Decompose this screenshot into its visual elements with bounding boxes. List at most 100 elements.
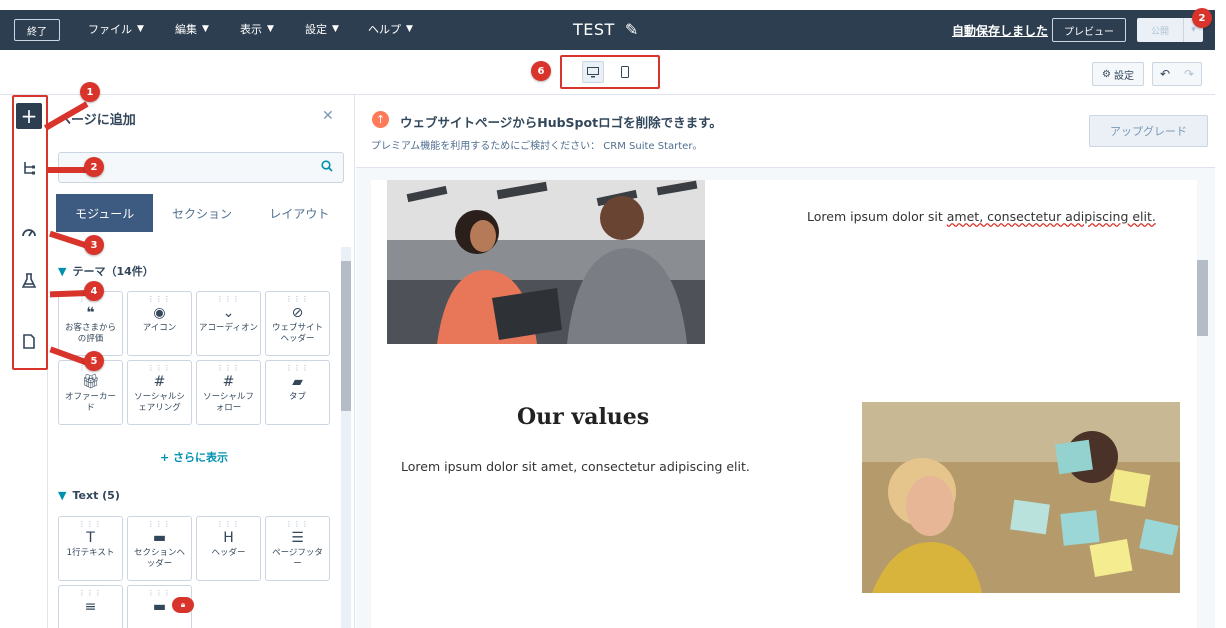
text-icon: T [86, 530, 95, 546]
preview-button[interactable]: プレビュー [1052, 18, 1126, 42]
pencil-icon[interactable]: ✎ [625, 20, 639, 39]
menu-settings-label: 設定 [305, 23, 327, 36]
compass-icon: ⊘ [291, 305, 304, 321]
menu-view-label: 表示 [240, 23, 262, 36]
banner-subtitle: プレミアム機能を利用するためにご検討ください： CRM Suite Starte… [371, 141, 703, 152]
panel-scroll-thumb[interactable] [341, 261, 351, 411]
drag-handle-icon[interactable]: ⋮⋮⋮ [217, 520, 241, 528]
text-icon: ≡ [84, 599, 97, 615]
drag-handle-icon[interactable]: ⋮⋮⋮ [148, 589, 172, 597]
mobile-icon[interactable] [614, 61, 636, 83]
drag-handle-icon[interactable]: ⋮⋮⋮ [148, 520, 172, 528]
module-label: アイコン [142, 323, 177, 333]
drag-handle-icon[interactable]: ⋮⋮⋮ [217, 295, 241, 303]
drag-handle-icon[interactable]: ⋮⋮⋮ [79, 520, 103, 528]
menu-settings[interactable]: 設定 ▼ [305, 21, 339, 37]
module-card[interactable]: ⋮⋮⋮ ⊘ ウェブサイトヘッダー [265, 291, 330, 356]
menu-file[interactable]: ファイル ▼ [88, 21, 144, 37]
tab-layouts[interactable]: レイアウト [251, 194, 348, 232]
drag-handle-icon[interactable]: ⋮⋮⋮ [148, 295, 172, 303]
menu-edit-label: 編集 [175, 23, 197, 36]
module-label: ヘッダー [211, 548, 246, 558]
drag-handle-icon[interactable]: ⋮⋮⋮ [286, 295, 310, 303]
module-label: ソーシャルフォロー [203, 392, 254, 413]
module-label: セクションヘッダー [133, 548, 185, 569]
module-label: タブ [288, 392, 306, 402]
tab-sections[interactable]: セクション [153, 194, 250, 232]
chevron-down-icon: ▼ [406, 24, 413, 34]
banner-title: ウェブサイトページからHubSpotロゴを削除できます。 [400, 115, 722, 130]
lock-icon: 🔒︎ [172, 597, 194, 613]
drag-handle-icon[interactable]: ⋮⋮⋮ [79, 589, 103, 597]
canvas-scrollbar[interactable] [1197, 180, 1208, 628]
module-card[interactable]: ⋮⋮⋮ T 1行テキスト [58, 516, 123, 581]
module-card[interactable]: ⋮⋮⋮ ▬ セクションヘッダー [127, 516, 192, 581]
folder-icon: ▰ [292, 374, 303, 390]
module-card[interactable]: ⋮⋮⋮ H ヘッダー [196, 516, 261, 581]
desktop-icon[interactable] [582, 61, 604, 83]
redo-icon[interactable]: ↷ [1184, 67, 1194, 81]
top-bar: 終了 ファイル ▼ 編集 ▼ 表示 ▼ 設定 ▼ ヘルプ ▼ TEST ✎ 自動保存しました… [0, 10, 1215, 50]
module-card[interactable]: ⋮⋮⋮ ≡ [58, 585, 123, 628]
optimize-gauge-icon[interactable] [16, 218, 42, 244]
drag-handle-icon[interactable]: ⋮⋮⋮ [286, 520, 310, 528]
exit-button[interactable]: 終了 [14, 19, 60, 41]
structure-icon[interactable] [16, 155, 42, 181]
intro-text-spellcheck: amet, consectetur adipiscing elit. [946, 209, 1156, 224]
tab-modules[interactable]: モジュール [56, 194, 154, 232]
page-title[interactable]: TEST ✎ [573, 20, 639, 39]
drag-handle-icon[interactable]: ⋮⋮⋮ [217, 364, 241, 372]
autosave-status[interactable]: 自動保存しました [952, 22, 1048, 39]
callout-arrow-2 [48, 167, 88, 173]
search-icon[interactable] [321, 160, 333, 175]
canvas-scroll-thumb[interactable] [1197, 260, 1208, 336]
module-label: オファーカード [64, 392, 116, 413]
theme-section-title: テーマ（14件） [72, 265, 154, 278]
menu-view[interactable]: 表示 ▼ [240, 21, 274, 37]
menu-edit[interactable]: 編集 ▼ [175, 21, 209, 37]
sticky-notes-photo[interactable] [862, 402, 1180, 593]
chevron-down-icon: ▼ [58, 489, 67, 502]
test-flask-icon[interactable] [16, 267, 42, 293]
gift-icon: 🎁︎ [81, 374, 100, 390]
undo-icon[interactable]: ↶ [1160, 67, 1170, 81]
hashtag-icon: # [222, 374, 235, 390]
callout-2: 2 [84, 157, 104, 177]
module-card[interactable]: ⋮⋮⋮❝お客さまからの評価 [58, 291, 123, 356]
text-section-header[interactable]: ▼ Text (5) [58, 489, 120, 502]
close-icon[interactable]: ✕ [322, 108, 334, 124]
publish-callout-badge: 2 [1192, 8, 1212, 28]
module-card[interactable]: ⋮⋮⋮ # ソーシャルシェアリング [127, 360, 192, 425]
target-icon: ◉ [153, 305, 166, 321]
module-card[interactable]: ⋮⋮⋮ ☰ ページフッター [265, 516, 330, 581]
text-icon: ▬ [152, 599, 167, 615]
module-card[interactable]: ⋮⋮⋮ ◉ アイコン [127, 291, 192, 356]
module-label: ソーシャルシェアリング [134, 392, 185, 413]
panel-tabs: モジュール セクション レイアウト [56, 194, 348, 232]
drag-handle-icon[interactable]: ⋮⋮⋮ [148, 364, 172, 372]
values-heading[interactable]: Our values [517, 404, 649, 430]
module-card[interactable]: ⋮⋮⋮ # ソーシャルフォロー [196, 360, 261, 425]
show-more-link[interactable]: + さらに表示 [160, 449, 228, 465]
module-card[interactable]: ⋮⋮⋮ ▰ タブ [265, 360, 330, 425]
intro-text-plain: Lorem ipsum dolor sit [807, 209, 947, 224]
values-text[interactable]: Lorem ipsum dolor sit amet, consectetur … [401, 459, 750, 474]
callout-3: 3 [84, 235, 104, 255]
page-canvas: Lorem ipsum dolor sit amet, consectetur … [356, 168, 1215, 628]
upgrade-banner: ↑ ウェブサイトページからHubSpotロゴを削除できます。 プレミアム機能を利… [356, 95, 1215, 168]
module-label: ウェブサイトヘッダー [271, 323, 323, 344]
team-laptop-photo[interactable] [387, 180, 705, 344]
drag-handle-icon[interactable]: ⋮⋮⋮ [286, 364, 310, 372]
page-icon[interactable] [16, 328, 42, 354]
add-icon[interactable]: + [16, 103, 42, 129]
section-header-icon: ▬ [152, 530, 167, 546]
panel-scrollbar[interactable] [341, 247, 351, 628]
undo-redo-group: ↶ ↷ [1152, 62, 1202, 86]
menu-help[interactable]: ヘルプ ▼ [368, 21, 413, 37]
settings-button[interactable]: ⚙ 設定 [1092, 62, 1144, 86]
theme-section-header[interactable]: ▼ テーマ（14件） [58, 263, 154, 279]
module-card[interactable]: ⋮⋮⋮ ⌄ アコーディオン [196, 291, 261, 356]
intro-text[interactable]: Lorem ipsum dolor sit amet, consectetur … [807, 209, 1156, 224]
upgrade-button[interactable]: アップグレード [1089, 115, 1208, 147]
module-label: アコーディオン [199, 323, 258, 333]
